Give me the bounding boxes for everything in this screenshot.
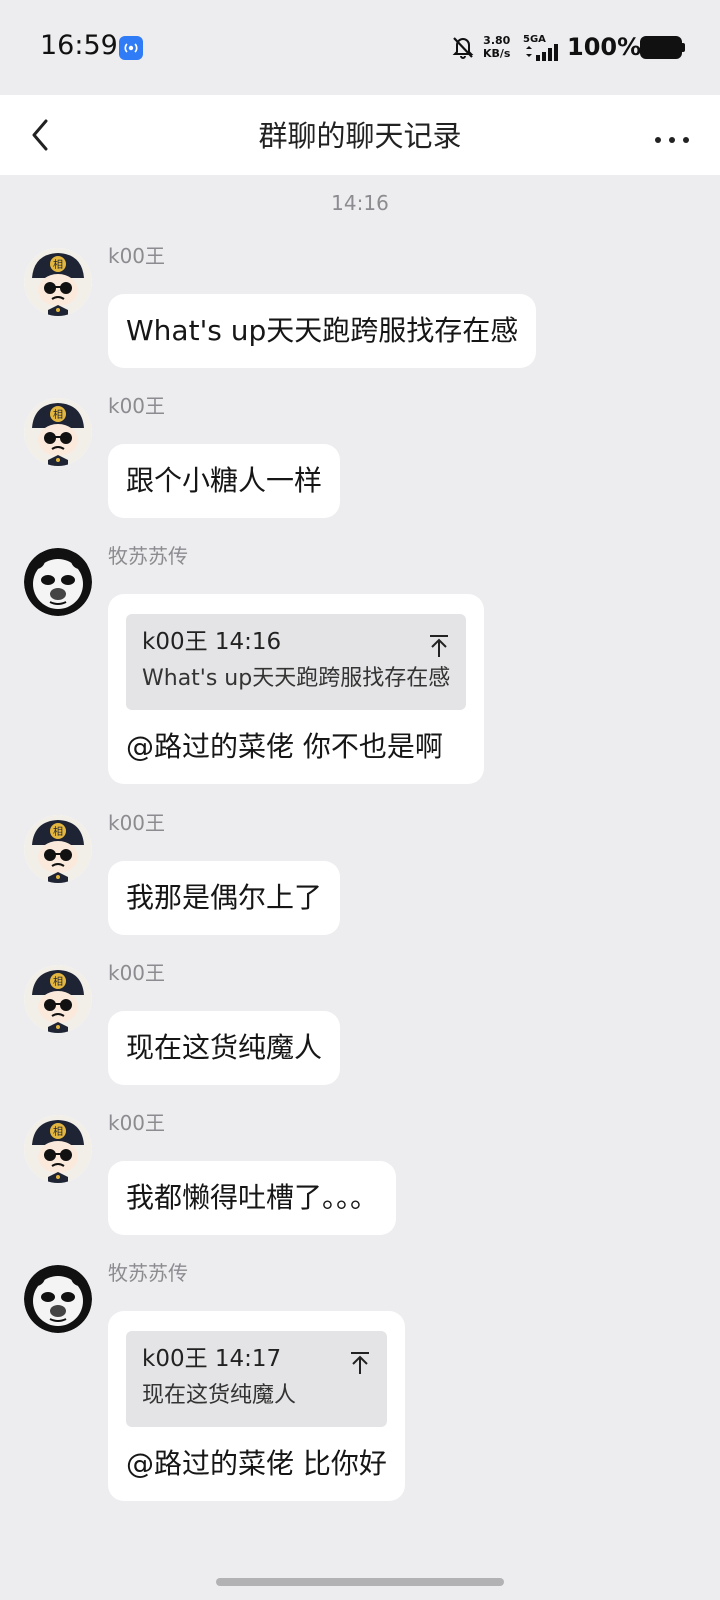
message-text: 现在这货纯魔人 — [126, 1031, 323, 1064]
quote-meta: k00王 14:17 — [142, 1346, 282, 1372]
message-bubble[interactable]: k00王 14:16 What's up天天跑跨服找存在感 @路过的菜佬 你不也… — [108, 594, 485, 784]
battery-percent: 100% — [567, 33, 642, 61]
sender-name: k00王 — [108, 961, 166, 985]
quoted-message[interactable]: k00王 14:16 What's up天天跑跨服找存在感 — [126, 614, 467, 710]
avatar-panda[interactable] — [24, 548, 92, 616]
avatar-k00[interactable]: 相 — [24, 965, 92, 1033]
sender-name: k00王 — [108, 811, 166, 835]
status-bar: 16:59 3.80 KB/s 5GA 100% — [0, 0, 720, 95]
quoted-message[interactable]: k00王 14:17 现在这货纯魔人 — [126, 1331, 387, 1427]
message-text: 我那是偶尔上了 — [126, 881, 323, 914]
sender-name: k00王 — [108, 394, 166, 418]
avatar-k00[interactable]: 相 — [24, 248, 92, 316]
svg-text:相: 相 — [53, 975, 63, 988]
more-options-button[interactable] — [644, 109, 700, 161]
sender-name: k00王 — [108, 1111, 166, 1135]
sender-name: 牧苏苏传 — [108, 1261, 188, 1285]
avatar-panda[interactable] — [24, 1265, 92, 1333]
jump-to-top-icon[interactable] — [349, 1349, 371, 1374]
svg-text:相: 相 — [53, 825, 63, 838]
quote-meta: k00王 14:16 — [142, 629, 282, 655]
network-speed-value: 3.80 — [483, 34, 511, 47]
avatar-k00[interactable]: 相 — [24, 1115, 92, 1183]
message-bubble[interactable]: 我那是偶尔上了 — [108, 861, 341, 935]
signal-icon — [524, 44, 562, 62]
sender-name: k00王 — [108, 244, 166, 268]
mute-bell-icon — [450, 34, 476, 60]
svg-text:相: 相 — [53, 408, 63, 421]
network-speed-unit: KB/s — [483, 47, 511, 60]
svg-text:相: 相 — [53, 1125, 63, 1138]
network-speed: 3.80 KB/s — [483, 34, 510, 60]
quote-text: 现在这货纯魔人 — [142, 1383, 297, 1408]
svg-text:相: 相 — [53, 258, 63, 271]
time-divider: 14:16 — [331, 191, 389, 215]
message-text: @路过的菜佬 比你好 — [126, 1447, 387, 1480]
battery-tip — [682, 43, 685, 52]
message-text: @路过的菜佬 你不也是啊 — [126, 730, 443, 763]
message-bubble[interactable]: 现在这货纯魔人 — [108, 1011, 341, 1085]
more-dots-icon — [655, 137, 689, 143]
nav-bar: 群聊的聊天记录 — [0, 95, 720, 175]
jump-to-top-icon[interactable] — [428, 632, 450, 657]
status-time: 16:59 — [40, 30, 118, 61]
avatar-k00[interactable]: 相 — [24, 398, 92, 466]
page-title: 群聊的聊天记录 — [258, 119, 462, 153]
message-text: 我都懒得吐槽了。。。 — [126, 1181, 379, 1214]
message-text: 跟个小糖人一样 — [126, 464, 323, 497]
quote-text: What's up天天跑跨服找存在感 — [142, 666, 451, 691]
avatar-k00[interactable]: 相 — [24, 815, 92, 883]
chat-history[interactable]: 14:16 相 k00王 What's up天天跑跨服找存在感 相 k00王 跟… — [0, 175, 720, 1565]
home-indicator[interactable] — [216, 1578, 504, 1586]
message-bubble[interactable]: k00王 14:17 现在这货纯魔人 @路过的菜佬 比你好 — [108, 1311, 405, 1501]
message-bubble[interactable]: 跟个小糖人一样 — [108, 444, 341, 518]
battery-icon — [640, 36, 682, 59]
message-text: What's up天天跑跨服找存在感 — [126, 314, 519, 347]
hotspot-icon — [119, 36, 143, 60]
message-bubble[interactable]: 我都懒得吐槽了。。。 — [108, 1161, 397, 1235]
sender-name: 牧苏苏传 — [108, 544, 188, 568]
message-bubble[interactable]: What's up天天跑跨服找存在感 — [108, 294, 537, 368]
